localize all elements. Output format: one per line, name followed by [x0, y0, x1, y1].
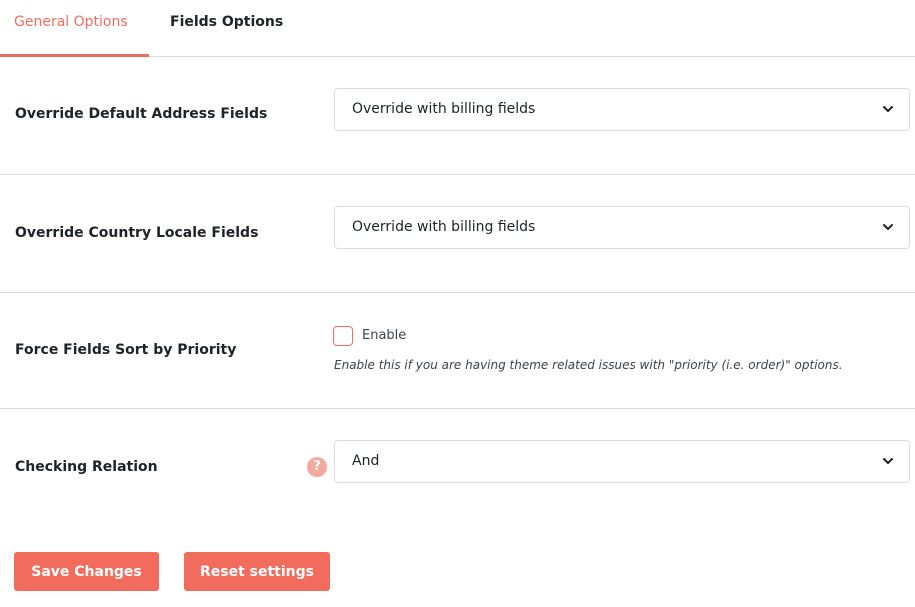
checking-relation-label: Checking Relation: [15, 459, 158, 475]
reset-settings-button[interactable]: Reset settings: [184, 552, 330, 591]
checking-relation-select[interactable]: And: [334, 440, 910, 483]
chevron-down-icon: [883, 458, 893, 464]
force-fields-sort-label: Force Fields Sort by Priority: [15, 342, 237, 358]
active-tab-indicator: [0, 54, 149, 57]
save-changes-button[interactable]: Save Changes: [14, 552, 159, 591]
override-country-locale-label: Override Country Locale Fields: [15, 225, 259, 241]
select-value: And: [352, 453, 380, 469]
row-divider: [0, 408, 915, 409]
tab-general-options[interactable]: General Options: [0, 0, 148, 45]
override-country-locale-select[interactable]: Override with billing fields: [334, 206, 910, 249]
row-divider: [0, 174, 915, 175]
chevron-down-icon: [883, 106, 893, 112]
row-divider: [0, 292, 915, 293]
override-default-address-label: Override Default Address Fields: [15, 106, 268, 122]
enable-checkbox[interactable]: [333, 326, 353, 346]
enable-checkbox-label[interactable]: Enable: [362, 328, 406, 343]
chevron-down-icon: [883, 224, 893, 230]
select-value: Override with billing fields: [352, 101, 536, 117]
override-default-address-select[interactable]: Override with billing fields: [334, 88, 910, 131]
question-circle-icon[interactable]: ?: [307, 457, 327, 477]
select-value: Override with billing fields: [352, 219, 536, 235]
force-sort-help-text: Enable this if you are having theme rela…: [334, 358, 843, 372]
tab-fields-options[interactable]: Fields Options: [170, 0, 283, 45]
tab-bar: General Options Fields Options: [0, 0, 915, 57]
